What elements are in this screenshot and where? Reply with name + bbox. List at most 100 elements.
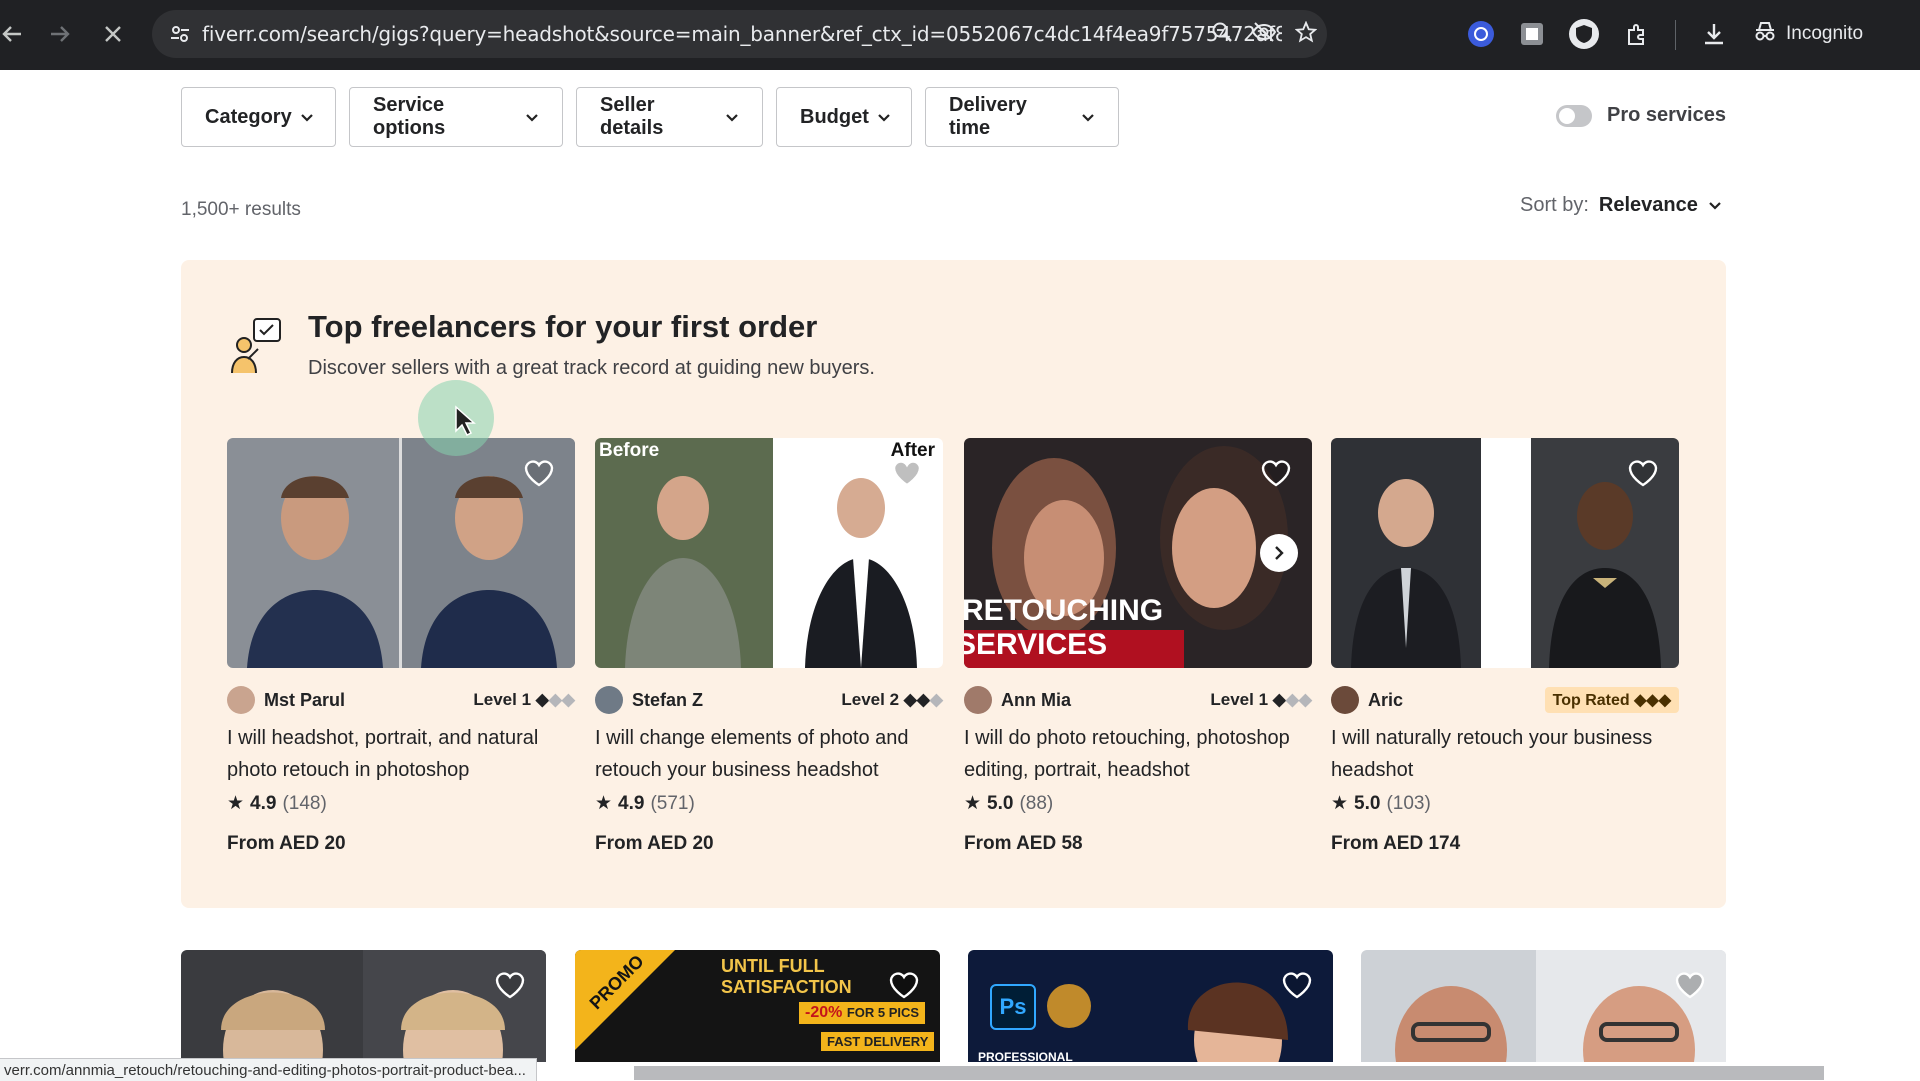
filter-seller-details[interactable]: Seller details [576, 87, 763, 147]
discount-for: FOR 5 PICS [846, 1005, 920, 1020]
gig-rating: ★ 5.0 (103) [1331, 792, 1679, 815]
sort-dropdown[interactable]: Sort by: Relevance [1520, 194, 1722, 217]
heart-icon[interactable] [1260, 458, 1292, 488]
gig-rating: ★ 5.0 (88) [964, 792, 1312, 815]
heart-icon[interactable] [891, 458, 923, 488]
avatar[interactable] [964, 686, 992, 714]
gig-thumbnail[interactable]: Before After [595, 438, 943, 668]
heart-icon[interactable] [888, 970, 920, 1000]
heart-icon[interactable] [523, 458, 555, 488]
download-icon[interactable] [1694, 14, 1734, 54]
seller-row: Stefan Z Level 2 ◆◆◆ [595, 686, 943, 714]
gig-thumbnail[interactable]: PROMO UNTIL FULL SATISFACTION -20% FOR 5… [575, 950, 940, 1062]
chevron-down-icon [1081, 106, 1095, 129]
avatar[interactable] [227, 686, 255, 714]
avatar[interactable] [1331, 686, 1359, 714]
filter-delivery-time[interactable]: Delivery time [925, 87, 1119, 147]
seller-row: Aric Top Rated ◆◆◆ [1331, 686, 1679, 714]
seller-level-text: Level 1 [473, 690, 532, 709]
gig-thumbnail[interactable]: Ps PROFESSIONAL [968, 950, 1333, 1062]
seller-name[interactable]: Stefan Z [632, 690, 703, 711]
heart-icon[interactable] [1281, 970, 1313, 1000]
gig-thumbnail[interactable] [1361, 950, 1726, 1062]
gig-title[interactable]: I will do photo retouching, photoshop edi… [964, 722, 1312, 786]
sort-value: Relevance [1598, 194, 1698, 216]
filter-label: Category [205, 105, 292, 128]
filter-bar: Category Service options Seller details … [181, 87, 1119, 147]
incognito-indicator[interactable]: Incognito [1752, 14, 1863, 54]
gig-title-line: retouch your business headshot [595, 759, 879, 781]
gig-title-line: editing, portrait, headshot [964, 759, 1190, 781]
eye-off-icon[interactable] [1251, 21, 1277, 48]
pro-services-label: Pro services [1607, 104, 1726, 126]
address-bar[interactable]: fiverr.com/search/gigs?query=headshot&so… [152, 10, 1327, 58]
seller-level-text: Level 1 [1210, 690, 1269, 709]
site-settings-icon[interactable] [158, 12, 202, 56]
rating-value: 5.0 [987, 792, 1014, 814]
extension-icon[interactable] [1512, 14, 1552, 54]
filter-budget[interactable]: Budget [776, 87, 912, 147]
chevron-down-icon [300, 106, 314, 129]
pro-services-toggle[interactable]: Pro services [1556, 104, 1726, 127]
filter-label: Service options [373, 94, 446, 139]
heart-icon[interactable] [1674, 970, 1706, 1000]
thumbnail-text: RETOUCHING SERVICES [964, 594, 1163, 662]
star-icon: ★ [595, 793, 613, 814]
rating-value: 5.0 [1354, 792, 1381, 814]
top-freelancers-panel: Top freelancers for your first order Dis… [181, 260, 1726, 908]
gig-title[interactable]: I will naturally retouch your business he… [1331, 722, 1679, 786]
incognito-label: Incognito [1786, 23, 1864, 44]
star-icon[interactable] [1294, 20, 1318, 48]
toggle-switch[interactable] [1556, 104, 1592, 127]
chevron-down-icon [1708, 194, 1722, 217]
seller-name[interactable]: Aric [1368, 690, 1403, 711]
extension-icon[interactable] [1617, 14, 1657, 54]
seller-level: Level 2 ◆◆◆ [841, 690, 943, 709]
gig-price: From AED 20 [227, 833, 346, 854]
seller-name[interactable]: Mst Parul [264, 690, 345, 711]
gig-thumbnail[interactable] [1331, 438, 1679, 668]
gig-thumbnail[interactable] [227, 438, 575, 668]
freelancer-checklist-icon [230, 315, 286, 375]
seller-name[interactable]: Ann Mia [1001, 690, 1071, 711]
gig-card[interactable]: Before After Stefan Z Level 2 ◆◆◆ I will… [595, 438, 943, 855]
extension-icon[interactable] [1564, 14, 1604, 54]
gig-card[interactable]: Mst Parul Level 1 ◆◆◆ I will headshot, p… [227, 438, 575, 855]
filter-label: Seller details [600, 94, 664, 139]
horizontal-scrollbar[interactable] [634, 1066, 1824, 1080]
stop-icon[interactable] [93, 14, 133, 54]
extension-icon[interactable] [1461, 14, 1501, 54]
rating-value: 4.9 [250, 792, 277, 814]
next-arrow-icon[interactable] [1260, 534, 1298, 572]
seller-level: Level 1 ◆◆◆ [473, 690, 575, 709]
review-count: (148) [282, 792, 327, 814]
professional-text: PROFESSIONAL [978, 1050, 1073, 1062]
heart-icon[interactable] [1627, 458, 1659, 488]
gig-thumbnail[interactable] [181, 950, 546, 1062]
discount-value: -20% [805, 1004, 843, 1021]
gig-price: From AED 174 [1331, 833, 1461, 854]
badge-text: Top Rated [1552, 692, 1630, 709]
avatar[interactable] [595, 686, 623, 714]
url-text[interactable]: fiverr.com/search/gigs?query=headshot&so… [202, 22, 1282, 46]
mouse-cursor-icon [454, 405, 476, 442]
review-count: (571) [650, 792, 695, 814]
filter-category[interactable]: Category [181, 87, 336, 147]
gig-title-line: I will headshot, portrait, and natural [227, 727, 539, 749]
gig-title[interactable]: I will headshot, portrait, and natural ph… [227, 722, 575, 786]
back-icon[interactable] [0, 14, 32, 54]
zoom-icon[interactable] [1211, 21, 1233, 48]
chevron-down-icon [877, 106, 891, 129]
filter-service-options[interactable]: Service options [349, 87, 563, 147]
gig-card[interactable]: RETOUCHING SERVICES Ann Mia Level 1 ◆◆◆ I… [964, 438, 1312, 855]
gig-title-line: I will naturally retouch your business [1331, 727, 1653, 749]
gig-card[interactable]: Aric Top Rated ◆◆◆ I will naturally reto… [1331, 438, 1679, 855]
filter-label: Budget [800, 105, 869, 128]
gig-price: From AED 20 [595, 833, 714, 854]
gig-thumbnail[interactable]: RETOUCHING SERVICES [964, 438, 1312, 668]
gig-title[interactable]: I will change elements of photo and retou… [595, 722, 943, 786]
seller-row: Mst Parul Level 1 ◆◆◆ [227, 686, 575, 714]
panel-subtitle: Discover sellers with a great track reco… [308, 357, 875, 379]
forward-icon[interactable] [40, 14, 80, 54]
heart-icon[interactable] [494, 970, 526, 1000]
